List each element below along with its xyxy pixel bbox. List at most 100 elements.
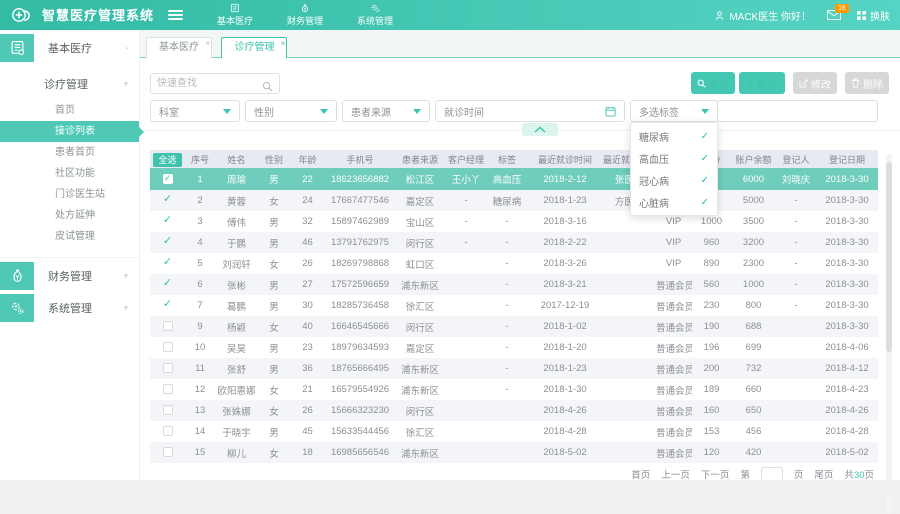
column-header: 年龄 xyxy=(290,150,325,168)
cell-seq: 2 xyxy=(185,190,215,211)
row-checkbox[interactable] xyxy=(163,384,173,394)
cell-balance: 660 xyxy=(731,379,776,400)
sidebar-section-finance[interactable]: 财务管理 + xyxy=(0,262,139,290)
cell-manager xyxy=(445,400,487,421)
messages-button[interactable]: 16 xyxy=(827,10,841,21)
page-number-input[interactable] xyxy=(761,467,783,481)
close-icon[interactable]: × xyxy=(281,34,286,53)
cell-seq: 3 xyxy=(185,211,215,232)
table-row[interactable]: 3 傅伟 男 32 15897462989 宝山区 - - 2018-3-16 … xyxy=(150,211,878,232)
cell-last-visit-date: 2018-1-30 xyxy=(527,379,603,400)
row-checkbox[interactable] xyxy=(163,447,173,457)
sidebar-submenu-item[interactable]: 首页 xyxy=(0,100,139,121)
topnav-basic-medical[interactable]: 基本医疗 xyxy=(200,0,270,27)
topnav-system[interactable]: 系统管理 xyxy=(340,0,410,27)
row-checkbox[interactable] xyxy=(163,258,173,268)
row-checkbox[interactable] xyxy=(163,195,173,205)
select-all-header[interactable]: 全选 xyxy=(150,150,185,168)
tag-option[interactable]: 糖尿病 ✓ xyxy=(631,125,717,147)
row-checkbox[interactable] xyxy=(163,321,173,331)
multi-tag-select[interactable]: 多选标签 xyxy=(630,100,718,122)
sidebar-group-clinic-management[interactable]: 诊疗管理 + xyxy=(0,72,139,96)
table-row[interactable]: 15 柳儿 女 18 16985656546 浦东新区 2018-5-02 普通… xyxy=(150,442,878,463)
sidebar-submenu-item[interactable]: 患者首页 xyxy=(0,142,139,163)
table-row[interactable]: 13 张姝娜 女 26 15666323230 闵行区 2018-4-26 普通… xyxy=(150,400,878,421)
cell-manager xyxy=(445,421,487,442)
cell-gender: 女 xyxy=(258,400,290,421)
table-row[interactable]: 7 葛鹏 男 30 18285736458 徐汇区 - 2017-12-19 普… xyxy=(150,295,878,316)
user-greeting: MACK医生 你好！ xyxy=(729,8,811,23)
patient-source-select[interactable]: 患者来源 xyxy=(342,100,430,122)
cell-last-visit-date: 2018-2-12 xyxy=(527,168,603,190)
row-checkbox[interactable] xyxy=(163,426,173,436)
table-row[interactable]: 14 于晓宇 男 45 15633544456 徐汇区 2018-4-28 普通… xyxy=(150,421,878,442)
tab-clinic-management[interactable]: 诊疗管理 × xyxy=(221,37,287,58)
cell-manager: - xyxy=(445,211,487,232)
department-select[interactable]: 科室 xyxy=(150,100,240,122)
hamburger-menu-icon[interactable] xyxy=(168,10,183,22)
table-row[interactable]: 1 周瑜 男 22 18623656882 松江区 王小丫 高血压 2018-2… xyxy=(150,168,878,190)
row-checkbox[interactable] xyxy=(163,174,173,184)
row-checkbox[interactable] xyxy=(163,300,173,310)
row-checkbox[interactable] xyxy=(163,342,173,352)
page-prev[interactable]: 上一页 xyxy=(661,467,690,481)
collapse-filters-button[interactable] xyxy=(522,123,558,136)
tag-option[interactable]: 冠心病 ✓ xyxy=(631,169,717,191)
add-button[interactable]: + 新增 xyxy=(739,72,785,94)
cell-registrar: 刘晓庆 xyxy=(776,168,816,190)
tab-basic-medical[interactable]: 基本医疗 × xyxy=(146,37,212,58)
row-checkbox[interactable] xyxy=(163,405,173,415)
visit-date-picker[interactable]: 就诊时间 xyxy=(435,100,625,122)
sidebar-submenu-item[interactable]: 接诊列表 xyxy=(0,121,139,142)
gender-select[interactable]: 性别 xyxy=(245,100,337,122)
cell-age: 24 xyxy=(290,190,325,211)
sidebar-submenu-item[interactable]: 门诊医生站 xyxy=(0,184,139,205)
table-row[interactable]: 5 刘润轩 女 26 18269798868 虹口区 - 2018-3-26 V… xyxy=(150,253,878,274)
table-row[interactable]: 2 黄蓉 女 24 17667477546 嘉定区 - 糖尿病 2018-1-2… xyxy=(150,190,878,211)
topnav-finance[interactable]: 财务管理 xyxy=(270,0,340,27)
cell-last-visit-date: 2018-1-20 xyxy=(527,337,603,358)
change-skin-button[interactable]: 换肤 xyxy=(857,8,890,23)
close-icon[interactable]: × xyxy=(205,34,210,53)
table-row[interactable]: 11 张舒 男 36 18765666495 浦东新区 - 2018-1-23 … xyxy=(150,358,878,379)
row-checkbox[interactable] xyxy=(163,363,173,373)
tag-option[interactable]: 心脏病 ✓ xyxy=(631,191,717,213)
selected-tags-area[interactable] xyxy=(717,100,878,122)
cell-gender: 男 xyxy=(258,232,290,253)
cell-registrar xyxy=(776,337,816,358)
cell-member-level: VIP xyxy=(655,253,692,274)
cell-tag: - xyxy=(487,316,527,337)
table-row[interactable]: 12 欧阳惠娜 女 21 16579554926 浦东新区 - 2018-1-3… xyxy=(150,379,878,400)
cell-source: 浦东新区 xyxy=(395,442,445,463)
sidebar-submenu-item[interactable]: 社区功能 xyxy=(0,163,139,184)
page-first[interactable]: 首页 xyxy=(631,467,650,481)
row-checkbox[interactable] xyxy=(163,216,173,226)
sidebar-submenu-item[interactable]: 皮试管理 xyxy=(0,226,139,247)
table-row[interactable]: 4 于鹏 男 46 13791762975 闵行区 - - 2018-2-22 … xyxy=(150,232,878,253)
delete-button[interactable]: 删除 xyxy=(845,72,889,94)
search-input[interactable] xyxy=(157,74,257,93)
cell-manager xyxy=(445,253,487,274)
cell-phone: 18765666495 xyxy=(325,358,395,379)
sidebar-section-system[interactable]: 系统管理 + xyxy=(0,294,139,322)
pagination: 首页 上一页 下一页 第 页 尾页 共30页 xyxy=(631,467,874,481)
scrollbar-thumb[interactable] xyxy=(886,162,892,352)
table-row[interactable]: 6 张彬 男 27 17572596659 浦东新区 - 2018-3-21 普… xyxy=(150,274,878,295)
page-last[interactable]: 尾页 xyxy=(814,467,833,481)
row-checkbox[interactable] xyxy=(163,237,173,247)
sidebar-submenu-item[interactable]: 处方延伸 xyxy=(0,205,139,226)
main-content: 查询 + 新增 修改 删除 科室 性别 患者来源 就诊时间 多选标签 xyxy=(140,58,900,480)
table-row[interactable]: 10 吴昊 男 23 18979634593 嘉定区 - 2018-1-20 普… xyxy=(150,337,878,358)
edit-button[interactable]: 修改 xyxy=(793,72,837,94)
cell-gender: 女 xyxy=(258,442,290,463)
query-button[interactable]: 查询 xyxy=(691,72,735,94)
cell-seq: 15 xyxy=(185,442,215,463)
sidebar-section-basic-medical[interactable]: 基本医疗 - xyxy=(0,34,139,62)
cell-name: 柳儿 xyxy=(215,442,258,463)
tag-option[interactable]: 高血压 ✓ xyxy=(631,147,717,169)
page-next[interactable]: 下一页 xyxy=(701,467,730,481)
row-checkbox-cell xyxy=(150,253,185,274)
row-checkbox[interactable] xyxy=(163,279,173,289)
user-menu[interactable]: MACK医生 你好！ xyxy=(714,8,811,23)
table-row[interactable]: 9 杨颖 女 40 16646545666 闵行区 - 2018-1-02 普通… xyxy=(150,316,878,337)
